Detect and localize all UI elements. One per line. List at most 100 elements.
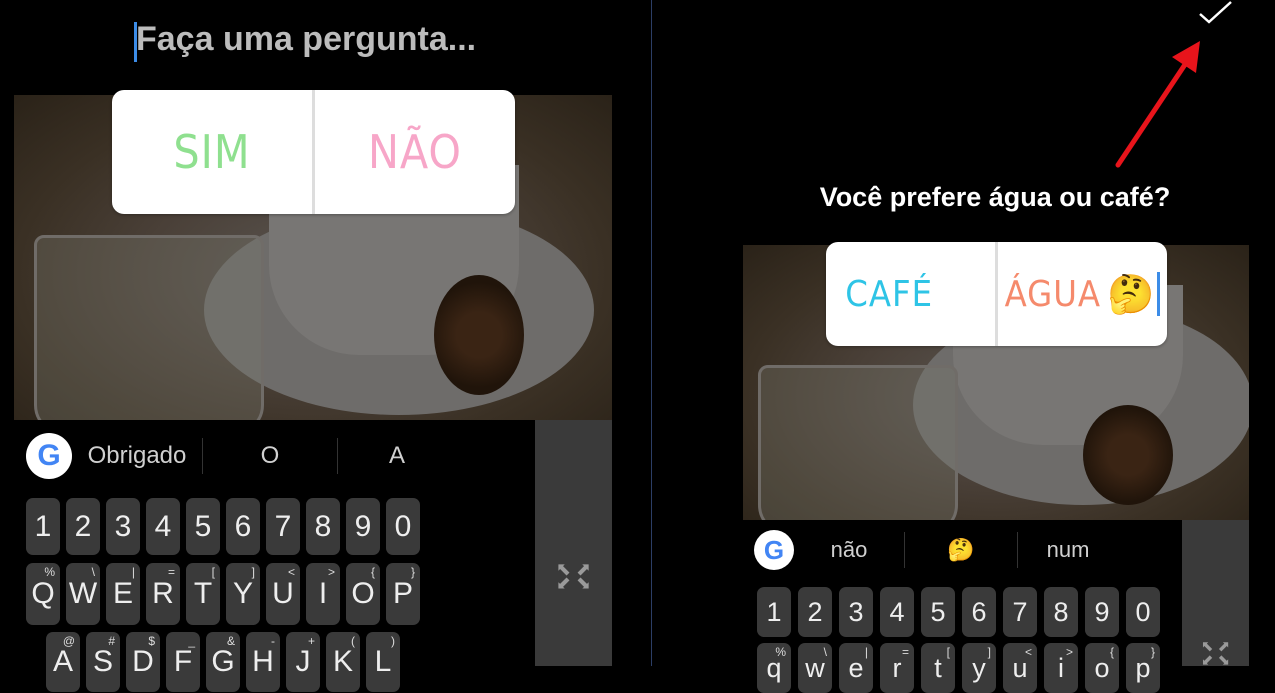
key-row1[interactable]: t[ bbox=[921, 643, 955, 693]
key-numbers[interactable]: 7 bbox=[1003, 587, 1037, 637]
key-alt-label: < bbox=[287, 565, 295, 579]
key-alt-label: ( bbox=[351, 634, 355, 648]
key-row1[interactable]: E | bbox=[106, 563, 140, 625]
check-icon[interactable] bbox=[1196, 0, 1236, 26]
poll-sticker[interactable]: SIM NÃO bbox=[112, 90, 515, 214]
key-label: 2 bbox=[807, 596, 823, 627]
key-alt-label: < bbox=[1024, 645, 1032, 659]
keyboard-side-panel: ⬉ ⬈ ⬋ ⬊ bbox=[1182, 520, 1249, 668]
key-row2[interactable]: G & bbox=[206, 632, 240, 692]
key-numbers[interactable]: 2 bbox=[798, 587, 832, 637]
key-row1[interactable]: P} bbox=[386, 563, 420, 625]
key-label: 0 bbox=[394, 509, 412, 543]
key-numbers[interactable]: 9 bbox=[346, 498, 380, 555]
key-alt-label: \ bbox=[823, 645, 827, 659]
key-row2[interactable]: K( bbox=[326, 632, 360, 692]
suggestion-1[interactable]: não bbox=[794, 537, 904, 563]
key-numbers[interactable]: 3 bbox=[839, 587, 873, 637]
key-row2[interactable]: J + bbox=[286, 632, 320, 692]
suggestion-3[interactable]: num bbox=[1018, 537, 1118, 563]
key-row1[interactable]: p} bbox=[1126, 643, 1160, 693]
key-row1[interactable]: u < bbox=[1003, 643, 1037, 693]
key-alt-label: | bbox=[864, 645, 868, 659]
key-row1[interactable]: w \ bbox=[798, 643, 832, 693]
key-label: 0 bbox=[1135, 596, 1151, 627]
suggestion-3[interactable]: A bbox=[338, 442, 456, 470]
key-alt-label: | bbox=[131, 565, 135, 579]
key-row1[interactable]: U < bbox=[266, 563, 300, 625]
poll-question[interactable]: Você prefere água ou café? bbox=[660, 182, 1275, 213]
poll-option-1[interactable]: CAFÉ 😍 bbox=[826, 242, 995, 346]
key-label: 7 bbox=[1012, 596, 1028, 627]
poll-option-yes[interactable]: SIM bbox=[112, 90, 312, 214]
key-numbers[interactable]: 5 bbox=[186, 498, 220, 555]
poll-sticker[interactable]: CAFÉ 😍 ÁGUA 🤔 bbox=[826, 242, 1167, 346]
poll-option-2[interactable]: ÁGUA 🤔 bbox=[998, 242, 1167, 346]
expand-keyboard-icon[interactable]: ⬉ ⬈ ⬋ ⬊ bbox=[1182, 639, 1249, 668]
poll-option-no[interactable]: NÃO bbox=[315, 90, 515, 214]
keyboard-side-panel: ⬉ ⬈ ⬋ ⬊ bbox=[535, 420, 612, 666]
key-alt-label: & bbox=[226, 634, 235, 648]
key-row2[interactable]: A @ bbox=[46, 632, 80, 692]
key-numbers[interactable]: 8 bbox=[1044, 587, 1078, 637]
expand-keyboard-icon[interactable]: ⬉ ⬈ ⬋ ⬊ bbox=[535, 560, 612, 592]
key-label: 6 bbox=[234, 509, 252, 543]
key-numbers[interactable]: 6 bbox=[226, 498, 260, 555]
key-numbers[interactable]: 6 bbox=[962, 587, 996, 637]
key-label: 4 bbox=[154, 509, 172, 543]
key-label: U bbox=[272, 577, 294, 610]
suggestion-2[interactable]: 🤔 bbox=[905, 537, 1017, 563]
key-row1[interactable]: W \ bbox=[66, 563, 100, 625]
key-label: Y bbox=[232, 577, 253, 610]
google-icon[interactable]: G bbox=[26, 433, 72, 479]
key-alt-label: [ bbox=[946, 645, 950, 659]
key-numbers[interactable]: 2 bbox=[66, 498, 100, 555]
key-numbers[interactable]: 3 bbox=[106, 498, 140, 555]
google-icon[interactable]: G bbox=[754, 530, 794, 570]
text-cursor bbox=[1157, 272, 1161, 316]
key-row1[interactable]: r = bbox=[880, 643, 914, 693]
key-numbers[interactable]: 5 bbox=[921, 587, 955, 637]
key-label: o bbox=[1094, 652, 1110, 683]
key-row1[interactable]: o{ bbox=[1085, 643, 1119, 693]
key-row2[interactable]: S # bbox=[86, 632, 120, 692]
key-row2[interactable]: D $ bbox=[126, 632, 160, 692]
suggestion-2[interactable]: O bbox=[203, 442, 337, 470]
key-numbers[interactable]: 1 bbox=[757, 587, 791, 637]
key-alt-label: [ bbox=[211, 565, 215, 579]
key-row1[interactable]: i > bbox=[1044, 643, 1078, 693]
key-alt-label: ) bbox=[391, 634, 395, 648]
poll-option-2-label: ÁGUA bbox=[1004, 273, 1102, 315]
question-input[interactable]: Faça uma pergunta... bbox=[136, 20, 476, 59]
suggestion-1[interactable]: Obrigado bbox=[72, 442, 202, 470]
key-label: 3 bbox=[114, 509, 132, 543]
key-row1[interactable]: T[ bbox=[186, 563, 220, 625]
key-row2[interactable]: F _ bbox=[166, 632, 200, 692]
key-label: H bbox=[252, 645, 274, 678]
key-row1[interactable]: Y] bbox=[226, 563, 260, 625]
red-arrow-annotation bbox=[1115, 41, 1200, 168]
poll-no-label: NÃO bbox=[367, 125, 462, 179]
key-numbers[interactable]: 1 bbox=[26, 498, 60, 555]
key-row1[interactable]: O{ bbox=[346, 563, 380, 625]
key-row1[interactable]: y] bbox=[962, 643, 996, 693]
key-alt-label: \ bbox=[91, 565, 95, 579]
key-numbers[interactable]: 8 bbox=[306, 498, 340, 555]
key-label: A bbox=[52, 645, 73, 678]
key-row1[interactable]: I > bbox=[306, 563, 340, 625]
key-row1[interactable]: Q% bbox=[26, 563, 60, 625]
key-row1[interactable]: R = bbox=[146, 563, 180, 625]
key-numbers[interactable]: 9 bbox=[1085, 587, 1119, 637]
key-numbers[interactable]: 0 bbox=[1126, 587, 1160, 637]
key-numbers[interactable]: 4 bbox=[146, 498, 180, 555]
key-numbers[interactable]: 7 bbox=[266, 498, 300, 555]
key-label: D bbox=[132, 645, 154, 678]
key-row2[interactable]: H- bbox=[246, 632, 280, 692]
key-row2[interactable]: L) bbox=[366, 632, 400, 692]
key-label: 2 bbox=[74, 509, 92, 543]
key-row1[interactable]: e | bbox=[839, 643, 873, 693]
key-numbers[interactable]: 4 bbox=[880, 587, 914, 637]
key-row1[interactable]: q% bbox=[757, 643, 791, 693]
key-numbers[interactable]: 0 bbox=[386, 498, 420, 555]
suggestion-bar: G não 🤔 num bbox=[754, 528, 1174, 572]
